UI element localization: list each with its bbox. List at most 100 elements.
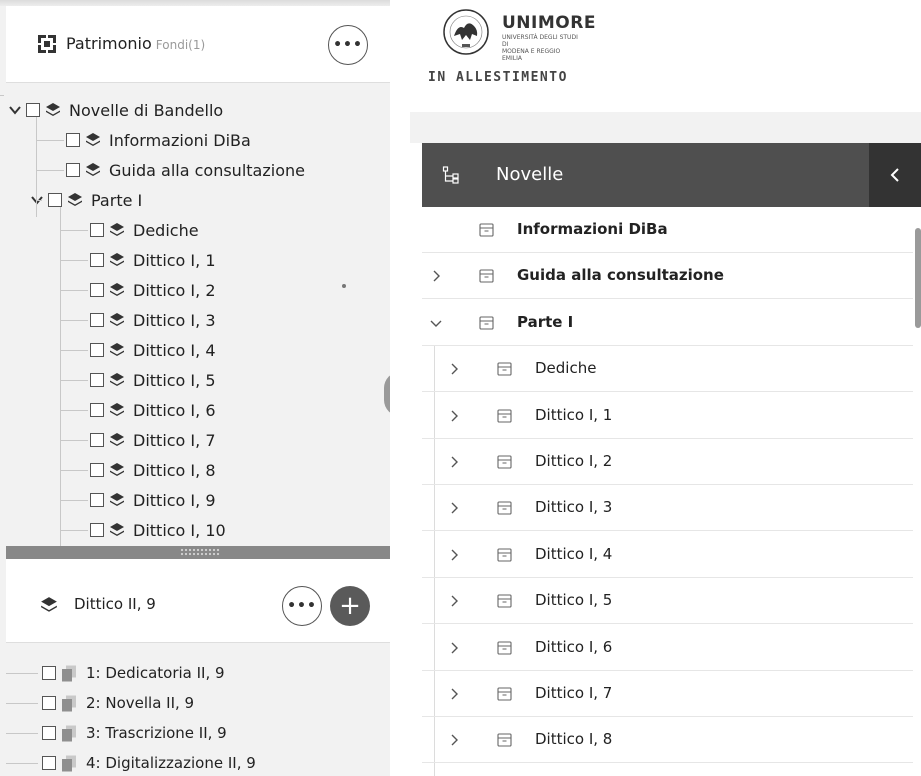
navigator-item-label: Dittico I, 8	[535, 730, 613, 749]
chevron-down-icon[interactable]	[430, 317, 442, 329]
tree-item[interactable]: Informazioni DiBa	[66, 125, 251, 155]
tree-item-label: Dittico I, 3	[133, 310, 216, 330]
tree-checkbox[interactable]	[66, 163, 80, 177]
tree-checkbox[interactable]	[90, 403, 104, 417]
layers-icon	[110, 433, 124, 446]
tree-item-label: Parte I	[91, 190, 143, 210]
list-item-label: 1: Dedicatoria II, 9	[86, 664, 225, 682]
tree-item-label: Dittico I, 10	[133, 520, 226, 540]
archive-box-icon	[497, 362, 512, 376]
tree-item[interactable]: Guida alla consultazione	[66, 155, 305, 185]
tree-item-label: Dittico I, 2	[133, 280, 216, 300]
tree-connector	[60, 230, 88, 231]
navigator-item[interactable]: Dittico I, 4	[422, 532, 913, 578]
navigator-item[interactable]: Dediche	[422, 346, 913, 393]
brand-subtitle: UNIVERSITÀ DEGLI STUDI DI MODENA E REGGI…	[502, 34, 582, 62]
tree-item[interactable]: Dittico I, 7	[90, 425, 216, 455]
tree-checkbox[interactable]	[90, 343, 104, 357]
navigator-item[interactable]: Dittico I, 7	[422, 671, 913, 717]
chevron-right-icon[interactable]	[448, 363, 460, 375]
tree-checkbox[interactable]	[66, 133, 80, 147]
navigator-item[interactable]: Parte I	[422, 300, 913, 346]
caret-down-icon[interactable]	[8, 103, 22, 117]
tree-guide	[60, 207, 61, 547]
brand-name: UNIMORE	[502, 13, 596, 33]
navigator-item[interactable]: Dittico I, 6	[422, 625, 913, 671]
tree-checkbox[interactable]	[90, 523, 104, 537]
sidebar-toggle-handle[interactable]	[384, 372, 390, 416]
item-checkbox[interactable]	[42, 756, 56, 770]
chevron-right-icon[interactable]	[448, 456, 460, 468]
navigator-item[interactable]: Dittico I, 2	[422, 439, 913, 485]
tree-connector	[60, 440, 88, 441]
chevron-right-icon[interactable]	[448, 642, 460, 654]
tree-item-label: Dittico I, 9	[133, 490, 216, 510]
navigator-item[interactable]: Informazioni DiBa	[422, 207, 913, 253]
panel-splitter[interactable]	[6, 546, 390, 559]
tree-checkbox[interactable]	[90, 463, 104, 477]
archive-box-icon	[497, 409, 512, 423]
layers-icon	[110, 253, 124, 266]
brand-subtitle-line2: MODENA E REGGIO EMILIA	[502, 48, 561, 62]
chevron-right-icon[interactable]	[448, 595, 460, 607]
tree-checkbox[interactable]	[90, 373, 104, 387]
tree-item[interactable]: Dediche	[90, 215, 199, 245]
node-more-button[interactable]: •••	[282, 586, 322, 626]
documents-icon	[62, 755, 76, 771]
tree-checkbox[interactable]	[90, 253, 104, 267]
archive-box-icon	[497, 733, 512, 747]
item-checkbox[interactable]	[42, 696, 56, 710]
chevron-right-icon[interactable]	[448, 410, 460, 422]
navigator-list: Informazioni DiBa Guida alla consultazion…	[422, 207, 913, 776]
tree-checkbox[interactable]	[26, 103, 40, 117]
navigator-item[interactable]: Dittico I, 8	[422, 717, 913, 764]
tree-item[interactable]: Dittico I, 3	[90, 305, 216, 335]
tree-checkbox[interactable]	[90, 283, 104, 297]
navigator-item-label: Informazioni DiBa	[517, 220, 668, 238]
tree-item[interactable]: Dittico I, 9	[90, 485, 216, 515]
tree-connector	[60, 320, 88, 321]
tree-checkbox[interactable]	[90, 223, 104, 237]
tree-connector	[60, 530, 88, 531]
tree-checkbox[interactable]	[90, 313, 104, 327]
tree-item[interactable]: Parte I	[30, 185, 142, 215]
navigator-item[interactable]: Guida alla consultazione	[422, 253, 913, 300]
chevron-right-icon[interactable]	[448, 688, 460, 700]
tree-item[interactable]: Dittico I, 2	[90, 275, 216, 305]
navigator-item-label: Dittico I, 1	[535, 405, 613, 424]
tree-item[interactable]: Dittico I, 8	[90, 455, 216, 485]
chevron-right-icon[interactable]	[448, 502, 460, 514]
tree-checkbox[interactable]	[48, 193, 62, 207]
chevron-right-icon[interactable]	[430, 270, 442, 282]
list-item[interactable]: 3: Trascrizione II, 9	[42, 718, 227, 748]
chevron-right-icon[interactable]	[448, 734, 460, 746]
item-checkbox[interactable]	[42, 726, 56, 740]
navigator-item-label: Dittico I, 6	[535, 637, 613, 656]
collapse-navigator-button[interactable]	[869, 143, 921, 207]
list-item[interactable]: 4: Digitalizzazione II, 9	[42, 748, 256, 776]
navigator-scrollbar[interactable]	[915, 228, 921, 328]
archive-box-icon	[497, 687, 512, 701]
tree-item[interactable]: Dittico I, 5	[90, 365, 216, 395]
tree-item[interactable]: Dittico I, 1	[90, 245, 216, 275]
layers-icon	[86, 133, 100, 146]
tree-checkbox[interactable]	[90, 433, 104, 447]
tree-item[interactable]: Dittico I, 6	[90, 395, 216, 425]
add-button[interactable]: +	[330, 586, 370, 626]
list-item[interactable]: 1: Dedicatoria II, 9	[42, 658, 225, 688]
tree-item-label: Dittico I, 7	[133, 430, 216, 450]
tree-checkbox[interactable]	[90, 493, 104, 507]
item-checkbox[interactable]	[42, 666, 56, 680]
navigator-item[interactable]: Dittico I, 5	[422, 578, 913, 625]
tree-item[interactable]: Dittico I, 10	[90, 515, 226, 545]
tree-item[interactable]: Novelle di Bandello	[8, 95, 223, 125]
navigator-item[interactable]: Dittico I, 3	[422, 485, 913, 532]
archive-box-icon	[497, 641, 512, 655]
tree-connector	[6, 673, 38, 674]
list-item[interactable]: 2: Novella II, 9	[42, 688, 194, 718]
tree-guide	[36, 117, 37, 217]
fondi-more-button[interactable]: •••	[328, 25, 368, 65]
navigator-item[interactable]: Dittico I, 1	[422, 393, 913, 439]
tree-item[interactable]: Dittico I, 4	[90, 335, 216, 365]
chevron-right-icon[interactable]	[448, 549, 460, 561]
